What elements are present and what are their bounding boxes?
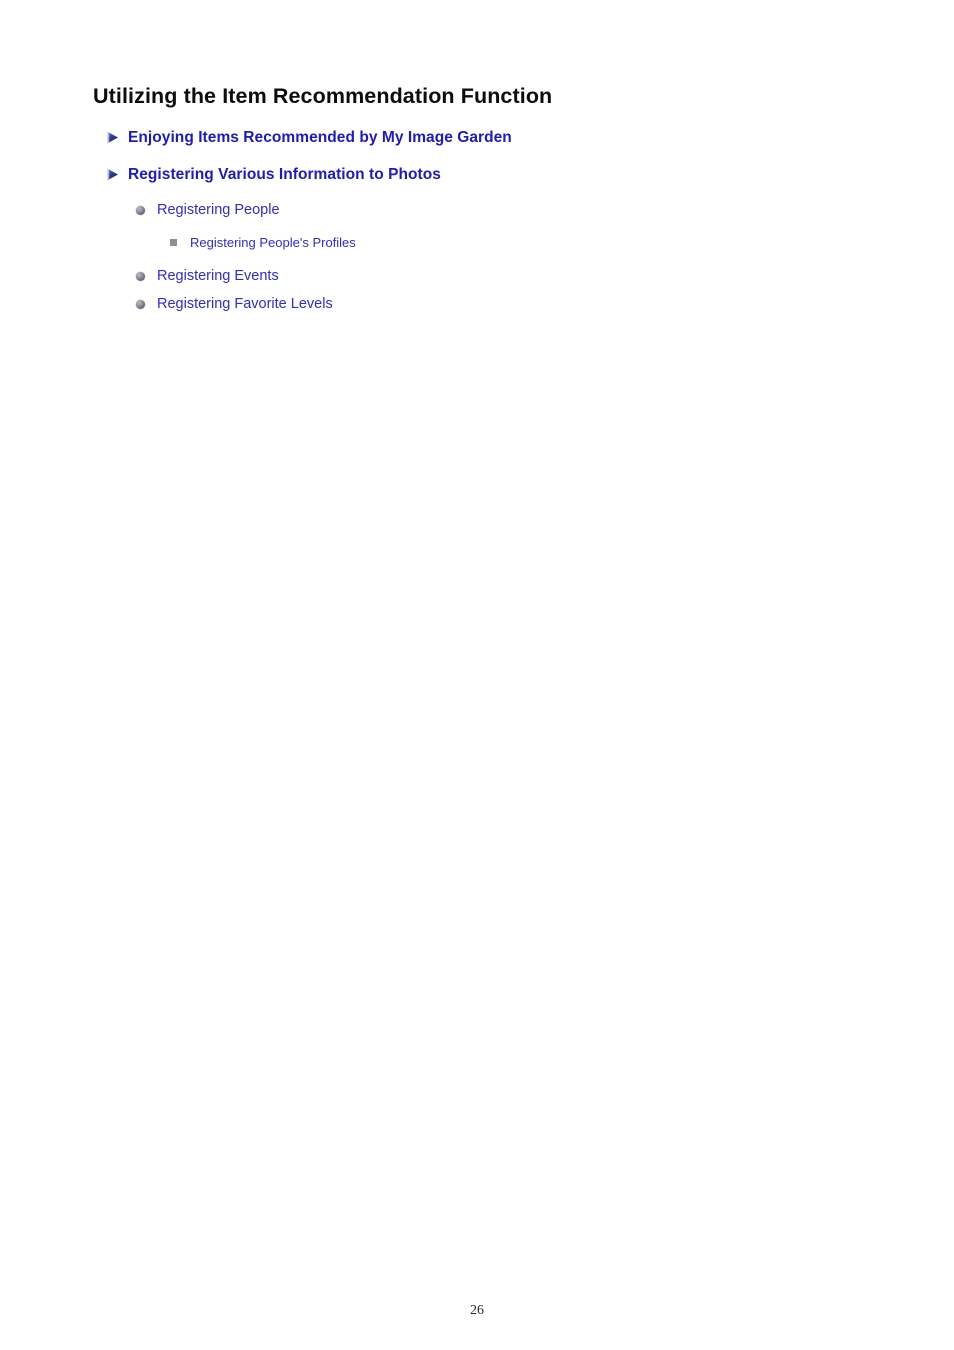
toc-link-enjoying-items-recommended[interactable]: Enjoying Items Recommended by My Image G… — [0, 124, 954, 151]
toc-item-label: Registering Favorite Levels — [157, 296, 333, 312]
document-page: Utilizing the Item Recommendation Functi… — [0, 0, 954, 1350]
circle-bullet-icon — [136, 206, 145, 215]
toc-item-label: Enjoying Items Recommended by My Image G… — [128, 129, 512, 146]
toc-link-registering-favorite-levels[interactable]: Registering Favorite Levels — [0, 292, 954, 316]
arrow-right-icon — [106, 168, 119, 181]
toc-item-label: Registering People's Profiles — [190, 235, 356, 250]
toc-link-registering-various-information[interactable]: Registering Various Information to Photo… — [0, 161, 954, 188]
toc-link-registering-peoples-profiles[interactable]: Registering People's Profiles — [0, 231, 954, 254]
page-number: 26 — [470, 1303, 484, 1318]
circle-bullet-icon — [136, 300, 145, 309]
toc-link-registering-people[interactable]: Registering People — [0, 198, 954, 222]
table-of-contents: Enjoying Items Recommended by My Image G… — [0, 124, 954, 320]
arrow-right-icon — [106, 131, 119, 144]
toc-item-label: Registering Various Information to Photo… — [128, 166, 441, 183]
page-title: Utilizing the Item Recommendation Functi… — [93, 84, 553, 109]
toc-item-label: Registering People — [157, 202, 280, 218]
toc-link-registering-events[interactable]: Registering Events — [0, 264, 954, 288]
square-bullet-icon — [170, 239, 177, 246]
circle-bullet-icon — [136, 272, 145, 281]
toc-item-label: Registering Events — [157, 268, 279, 284]
